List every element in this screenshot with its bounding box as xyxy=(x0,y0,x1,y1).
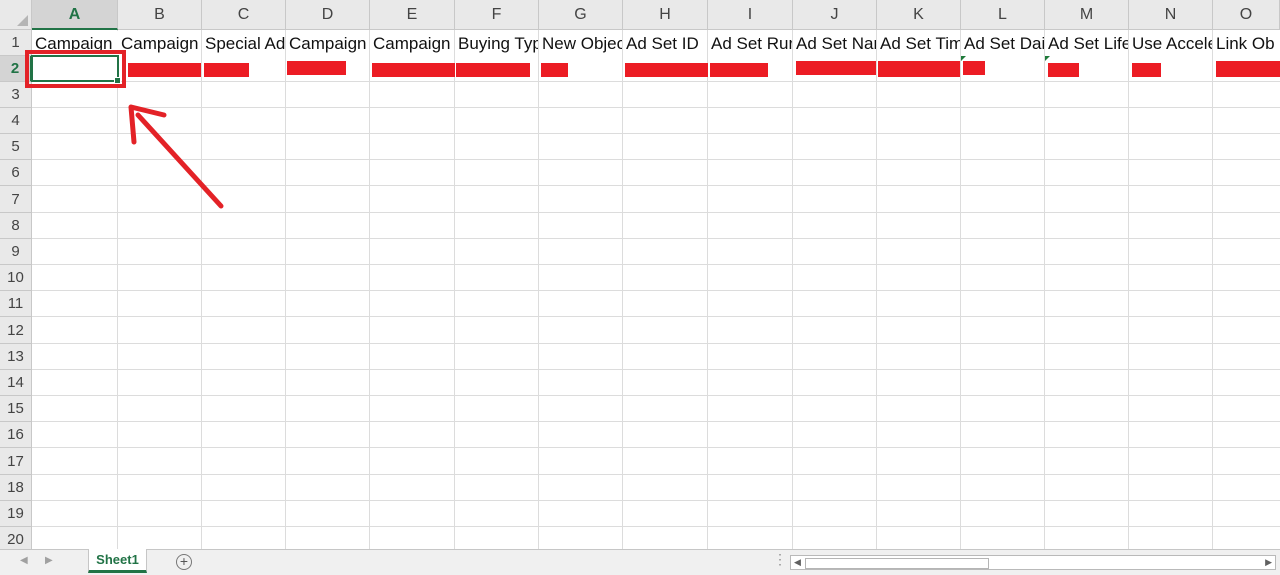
redacted-cell-l2 xyxy=(963,61,985,75)
row-header-10[interactable]: 10 xyxy=(0,265,32,291)
scroll-left-icon[interactable]: ◀ xyxy=(794,557,801,568)
cell-c1[interactable]: Special Ad xyxy=(202,31,285,56)
row-header-14[interactable]: 14 xyxy=(0,370,32,396)
cell-k1[interactable]: Ad Set Tim xyxy=(877,31,960,56)
column-header-i[interactable]: I xyxy=(708,0,793,30)
cell-f1[interactable]: Buying Typ xyxy=(455,31,538,56)
row-header-16[interactable]: 16 xyxy=(0,422,32,448)
row-header-15[interactable]: 15 xyxy=(0,396,32,422)
redacted-cell-j2 xyxy=(796,61,876,75)
tab-splitter-handle[interactable]: ⋮ xyxy=(773,551,787,568)
cell-b1[interactable]: Campaign xyxy=(118,31,201,56)
redacted-cell-c2 xyxy=(204,63,249,77)
cell-j1[interactable]: Ad Set Nar xyxy=(793,31,876,56)
row-header-7[interactable]: 7 xyxy=(0,186,32,213)
column-header-l[interactable]: L xyxy=(961,0,1045,30)
select-all-corner[interactable] xyxy=(0,0,32,30)
cell-h1[interactable]: Ad Set ID xyxy=(623,31,707,56)
error-indicator-l2 xyxy=(961,56,966,61)
column-header-j[interactable]: J xyxy=(793,0,877,30)
redacted-cell-f2 xyxy=(456,63,530,77)
column-header-g[interactable]: G xyxy=(539,0,623,30)
redacted-cell-e2 xyxy=(372,63,455,77)
column-header-d[interactable]: D xyxy=(286,0,370,30)
cell-m1[interactable]: Ad Set Life xyxy=(1045,31,1128,56)
cell-d1[interactable]: Campaign xyxy=(286,31,369,56)
cell-l1[interactable]: Ad Set Dai xyxy=(961,31,1044,56)
tab-prev-icon[interactable]: ◀ xyxy=(20,555,28,566)
redacted-cell-k2 xyxy=(878,61,960,77)
row-header-8[interactable]: 8 xyxy=(0,213,32,239)
row-header-19[interactable]: 19 xyxy=(0,501,32,527)
add-sheet-icon[interactable]: + xyxy=(176,554,192,570)
row-header-18[interactable]: 18 xyxy=(0,475,32,501)
cell-o1[interactable]: Link Ob xyxy=(1213,31,1280,56)
cell-g1[interactable]: New Objec xyxy=(539,31,622,56)
scrollbar-thumb[interactable] xyxy=(805,558,989,569)
annotation-highlight-box xyxy=(25,50,126,88)
column-header-f[interactable]: F xyxy=(455,0,539,30)
horizontal-scrollbar[interactable]: ◀ ▶ xyxy=(790,555,1276,570)
sheet-tab-bar: ◀ ▶ Sheet1 + ⋮ ◀ ▶ xyxy=(0,549,1280,575)
row-header-5[interactable]: 5 xyxy=(0,134,32,160)
column-header-c[interactable]: C xyxy=(202,0,286,30)
row-header-12[interactable]: 12 xyxy=(0,317,32,344)
redacted-cell-i2 xyxy=(710,63,768,77)
column-header-m[interactable]: M xyxy=(1045,0,1129,30)
column-header-e[interactable]: E xyxy=(370,0,455,30)
redacted-cell-g2 xyxy=(541,63,568,77)
row-header-11[interactable]: 11 xyxy=(0,291,32,317)
spreadsheet-grid[interactable]: A B C D E F G H I J K L M N O 1 2 3 4 5 … xyxy=(0,0,1280,549)
redacted-cell-n2 xyxy=(1132,63,1161,77)
row-header-6[interactable]: 6 xyxy=(0,160,32,186)
row-header-20[interactable]: 20 xyxy=(0,527,32,549)
column-header-h[interactable]: H xyxy=(623,0,708,30)
cell-n1[interactable]: Use Accele xyxy=(1129,31,1212,56)
row-header-17[interactable]: 17 xyxy=(0,448,32,475)
scroll-right-icon[interactable]: ▶ xyxy=(1265,557,1272,568)
redacted-cell-m2 xyxy=(1048,63,1079,77)
tab-next-icon[interactable]: ▶ xyxy=(45,555,53,566)
redacted-cell-b2 xyxy=(128,63,201,77)
cell-i1[interactable]: Ad Set Rur xyxy=(708,31,792,56)
error-indicator-m2 xyxy=(1045,56,1050,61)
redacted-cell-h2 xyxy=(625,63,708,77)
column-header-b[interactable]: B xyxy=(118,0,202,30)
column-header-n[interactable]: N xyxy=(1129,0,1213,30)
row-header-4[interactable]: 4 xyxy=(0,108,32,134)
row-header-9[interactable]: 9 xyxy=(0,239,32,265)
cell-e1[interactable]: Campaign xyxy=(370,31,454,56)
column-header-a[interactable]: A xyxy=(32,0,118,30)
column-header-o[interactable]: O xyxy=(1213,0,1280,30)
column-header-k[interactable]: K xyxy=(877,0,961,30)
redacted-cell-d2 xyxy=(287,61,346,75)
row-header-13[interactable]: 13 xyxy=(0,344,32,370)
sheet-tab[interactable]: Sheet1 xyxy=(88,549,147,573)
redacted-cell-o2 xyxy=(1216,61,1280,77)
